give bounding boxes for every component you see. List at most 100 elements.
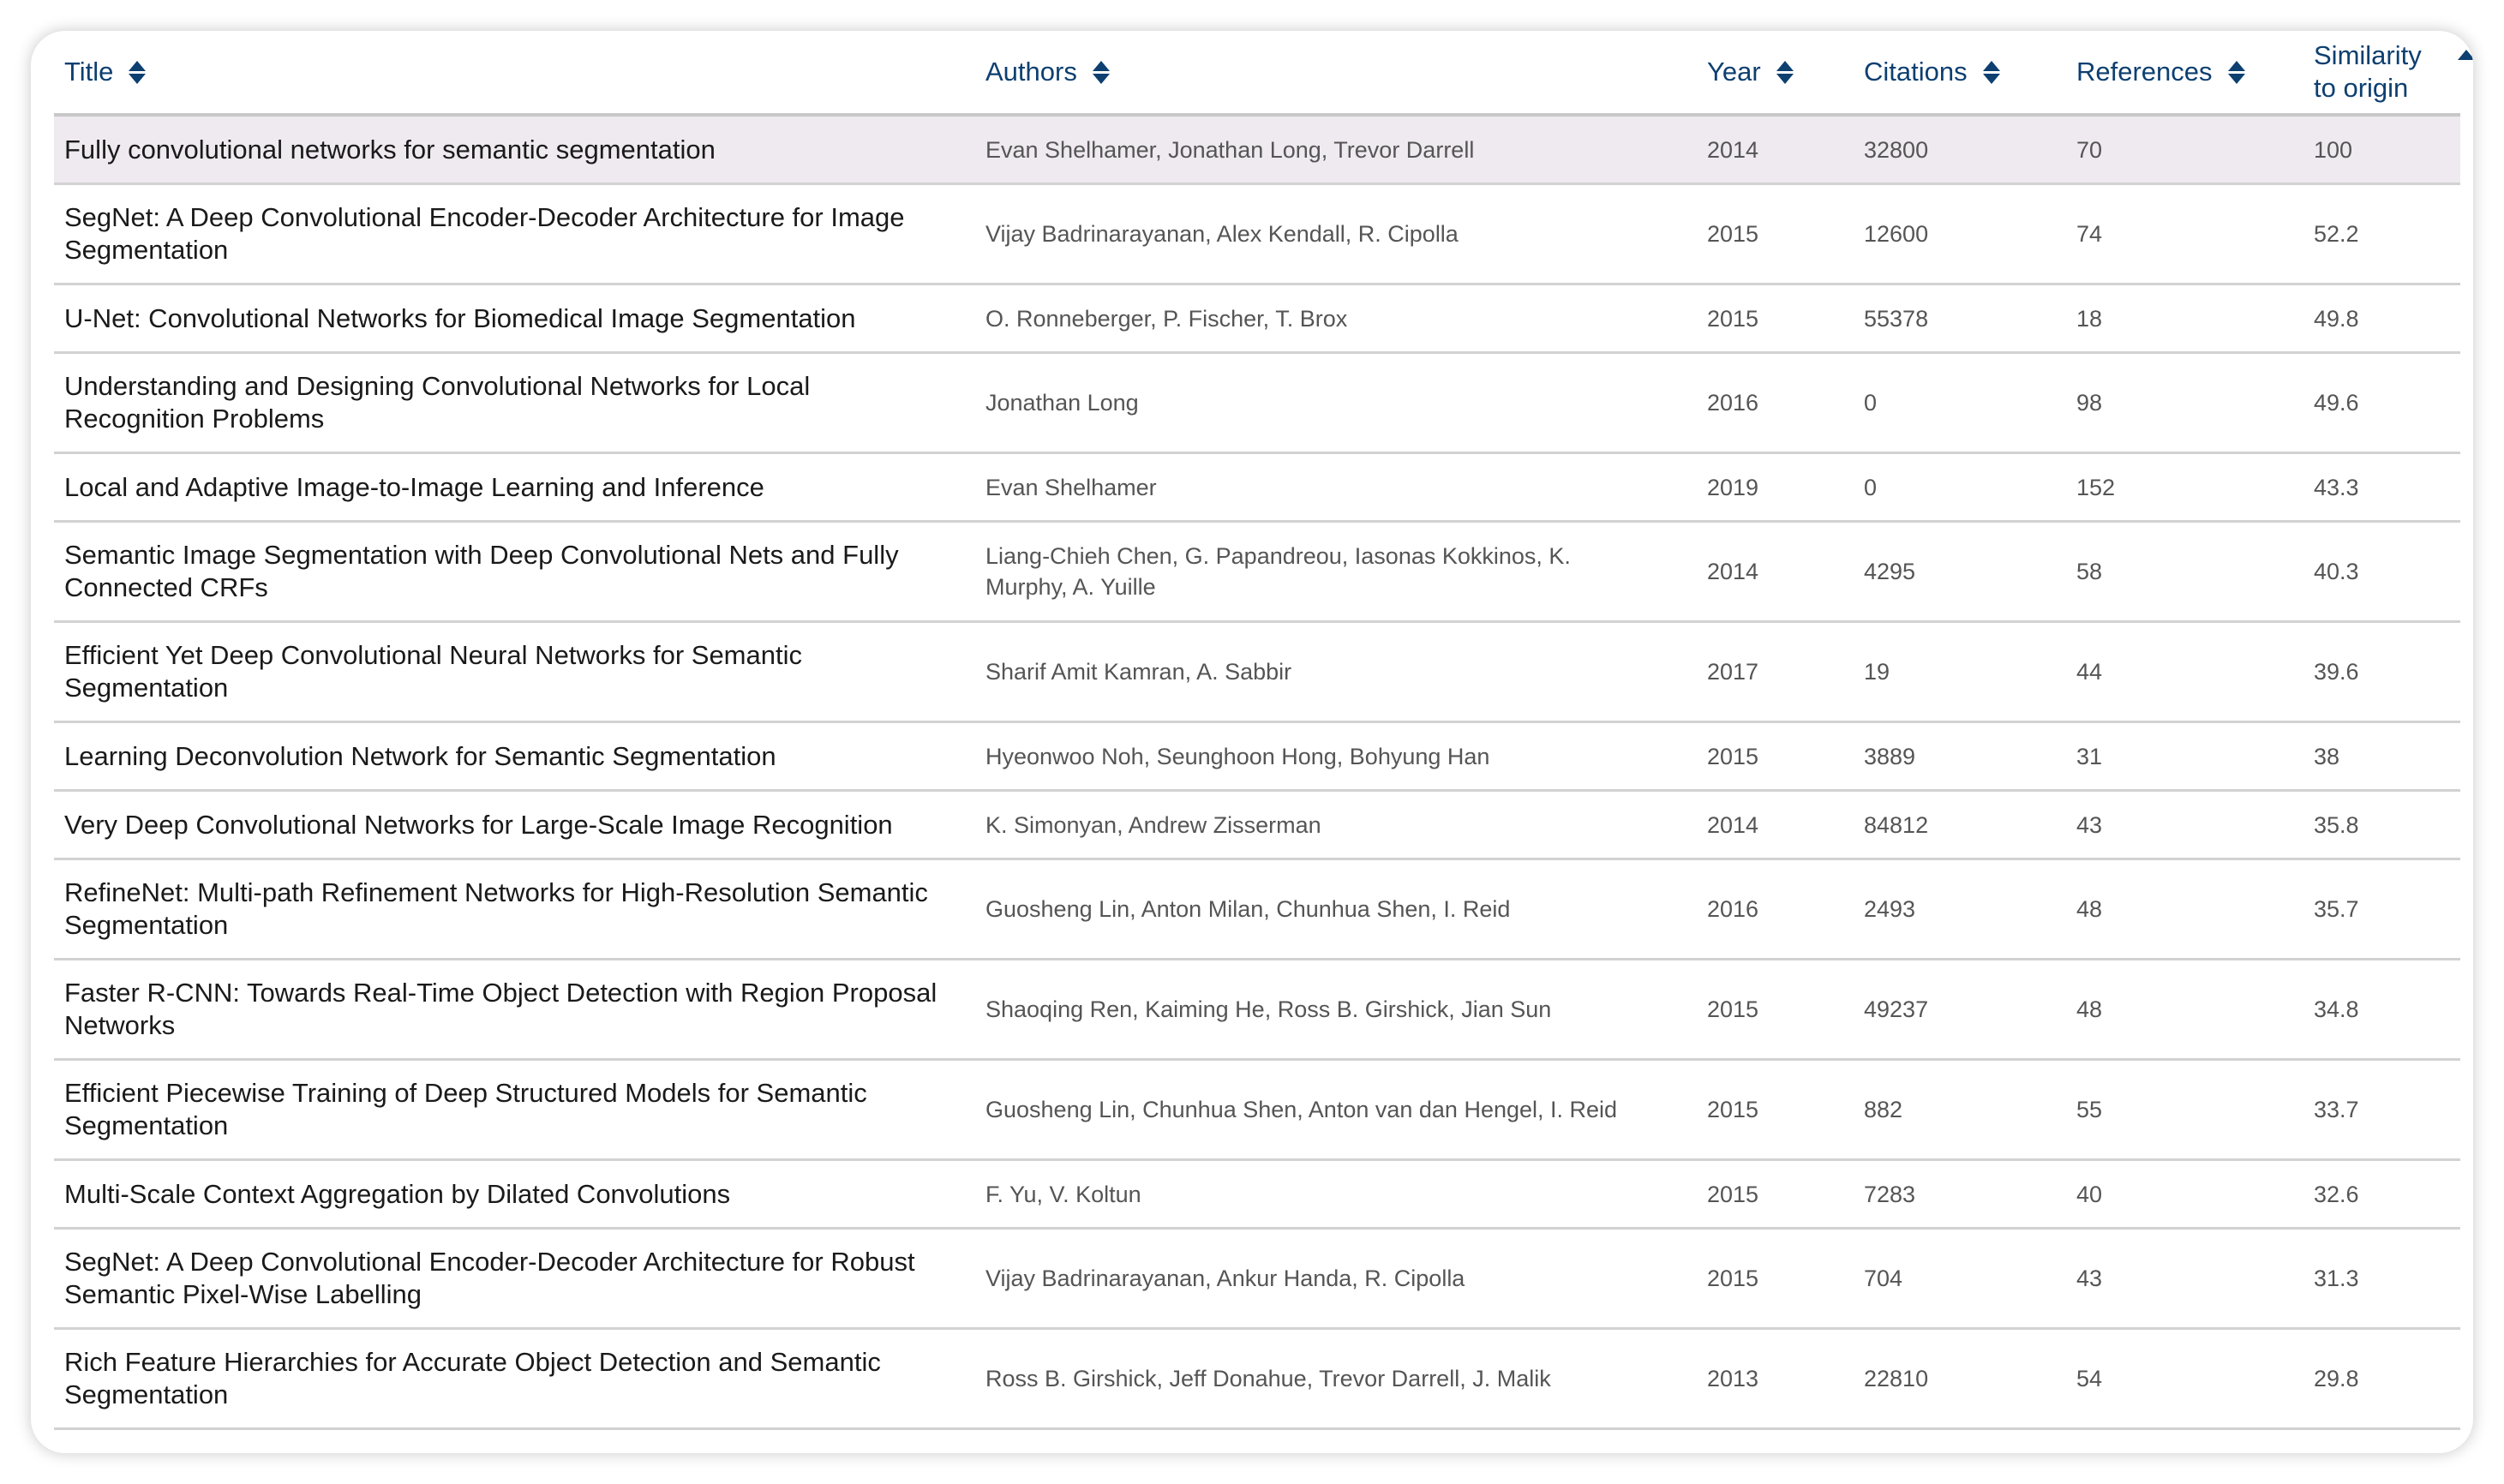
cell-year: 2017	[1697, 621, 1854, 723]
cell-citations: 3889	[1854, 721, 2066, 792]
cell-year: 2019	[1697, 452, 1854, 523]
cell-title[interactable]: SegNet: A Deep Convolutional Encoder-Dec…	[54, 1228, 975, 1330]
cell-title[interactable]: Faster R-CNN: Towards Real-Time Object D…	[54, 959, 975, 1061]
cell-authors: Vijay Badrinarayanan, Alex Kendall, R. C…	[975, 183, 1697, 285]
cell-citations: 4295	[1854, 521, 2066, 623]
cell-title[interactable]: Very Deep Convolutional Networks for Lar…	[54, 790, 975, 860]
column-header-label: Year	[1707, 57, 1761, 87]
cell-citations: 0	[1854, 352, 2066, 454]
cell-year: 2014	[1697, 790, 1854, 860]
column-header-label: Similarity to origin	[2314, 40, 2422, 103]
table-row[interactable]: RefineNet: Multi-path Refinement Network…	[54, 859, 2460, 960]
column-header-wrap: Similarity to origin	[2314, 39, 2473, 105]
cell-year: 2016	[1697, 352, 1854, 454]
table-row[interactable]: Learning Deconvolution Network for Seman…	[54, 721, 2460, 792]
column-header-label: References	[2076, 57, 2213, 87]
cell-references: 70	[2066, 115, 2303, 185]
cell-title[interactable]: Fully convolutional networks for semanti…	[54, 115, 975, 185]
cell-year: 2015	[1697, 721, 1854, 792]
cell-references: 18	[2066, 284, 2303, 354]
cell-similarity: 40.3	[2303, 521, 2460, 623]
cell-references: 55	[2066, 1059, 2303, 1161]
cell-title[interactable]: Semantic Image Segmentation with Deep Co…	[54, 521, 975, 623]
cell-title[interactable]: SegNet: A Deep Convolutional Encoder-Dec…	[54, 183, 975, 285]
table-row[interactable]: U-Net: Convolutional Networks for Biomed…	[54, 284, 2460, 354]
cell-authors: O. Ronneberger, P. Fischer, T. Brox	[975, 284, 1697, 354]
column-header-authors[interactable]: Authors	[975, 31, 1697, 117]
sort-both-icon[interactable]	[1776, 60, 1794, 84]
cell-authors: K. Simonyan, Andrew Zisserman	[975, 790, 1697, 860]
cell-authors: Guosheng Lin, Anton Milan, Chunhua Shen,…	[975, 859, 1697, 960]
cell-similarity: 39.6	[2303, 621, 2460, 723]
table-row[interactable]: Understanding and Designing Convolutiona…	[54, 352, 2460, 454]
table-row[interactable]: Semantic Image Segmentation with Deep Co…	[54, 521, 2460, 623]
cell-year: 2014	[1697, 115, 1854, 185]
cell-title[interactable]: RefineNet: Multi-path Refinement Network…	[54, 859, 975, 960]
column-header-wrap: Citations	[1864, 56, 2000, 88]
cell-title[interactable]: Learning Deconvolution Network for Seman…	[54, 721, 975, 792]
cell-references: 43	[2066, 1228, 2303, 1330]
cell-authors: Jonathan Long	[975, 352, 1697, 454]
cell-references: 31	[2066, 721, 2303, 792]
cell-citations: 22810	[1854, 1328, 2066, 1430]
cell-authors: Hyeonwoo Noh, Seunghoon Hong, Bohyung Ha…	[975, 721, 1697, 792]
column-header-title[interactable]: Title	[54, 31, 975, 117]
cell-references: 98	[2066, 352, 2303, 454]
column-header-citations[interactable]: Citations	[1854, 31, 2066, 117]
cell-citations: 84812	[1854, 790, 2066, 860]
cell-year: 2015	[1697, 959, 1854, 1061]
cell-references: 58	[2066, 521, 2303, 623]
papers-table-card: Title Authors Year Citations References Simil…	[31, 31, 2473, 1453]
cell-title[interactable]: Multi-Scale Context Aggregation by Dilat…	[54, 1159, 975, 1230]
cell-citations: 32800	[1854, 115, 2066, 185]
cell-similarity: 29.8	[2303, 1328, 2460, 1430]
table-row[interactable]: Multi-Scale Context Aggregation by Dilat…	[54, 1159, 2460, 1230]
cell-similarity: 100	[2303, 115, 2460, 185]
cell-year: 2016	[1697, 859, 1854, 960]
cell-authors: Vijay Badrinarayanan, Ankur Handa, R. Ci…	[975, 1228, 1697, 1330]
table-row[interactable]: Rich Feature Hierarchies for Accurate Ob…	[54, 1328, 2460, 1430]
column-header-wrap: Title	[64, 56, 147, 88]
cell-title[interactable]: Rich Feature Hierarchies for Accurate Ob…	[54, 1328, 975, 1430]
cell-references: 74	[2066, 183, 2303, 285]
cell-year: 2014	[1697, 521, 1854, 623]
cell-title[interactable]: Efficient Piecewise Training of Deep Str…	[54, 1059, 975, 1161]
cell-citations: 49237	[1854, 959, 2066, 1061]
table-row[interactable]: Faster R-CNN: Towards Real-Time Object D…	[54, 959, 2460, 1061]
cell-similarity: 43.3	[2303, 452, 2460, 523]
cell-similarity: 52.2	[2303, 183, 2460, 285]
table-row[interactable]: SegNet: A Deep Convolutional Encoder-Dec…	[54, 183, 2460, 285]
cell-authors: F. Yu, V. Koltun	[975, 1159, 1697, 1230]
cell-title[interactable]: U-Net: Convolutional Networks for Biomed…	[54, 284, 975, 354]
cell-references: 48	[2066, 959, 2303, 1061]
cell-references: 48	[2066, 859, 2303, 960]
sort-ascending-icon[interactable]	[2458, 50, 2473, 60]
sort-both-icon[interactable]	[1982, 60, 2000, 84]
cell-title[interactable]: Efficient Yet Deep Convolutional Neural …	[54, 621, 975, 723]
table-row[interactable]: Fully convolutional networks for semanti…	[54, 115, 2460, 185]
cell-references: 40	[2066, 1159, 2303, 1230]
column-header-year[interactable]: Year	[1697, 31, 1854, 117]
cell-similarity: 49.8	[2303, 284, 2460, 354]
sort-both-icon[interactable]	[1092, 60, 1110, 84]
column-header-references[interactable]: References	[2066, 31, 2303, 117]
cell-similarity: 31.3	[2303, 1228, 2460, 1330]
table-row[interactable]: SegNet: A Deep Convolutional Encoder-Dec…	[54, 1228, 2460, 1330]
table-header-row: Title Authors Year Citations References Simil…	[54, 31, 2473, 117]
table-row[interactable]: Very Deep Convolutional Networks for Lar…	[54, 790, 2460, 860]
papers-table: Title Authors Year Citations References Simil…	[54, 31, 2473, 1430]
cell-title[interactable]: Understanding and Designing Convolutiona…	[54, 352, 975, 454]
cell-similarity: 49.6	[2303, 352, 2460, 454]
table-row[interactable]: Local and Adaptive Image-to-Image Learni…	[54, 452, 2460, 523]
table-row[interactable]: Efficient Piecewise Training of Deep Str…	[54, 1059, 2460, 1161]
column-header-label: Authors	[985, 57, 1077, 87]
cell-title[interactable]: Local and Adaptive Image-to-Image Learni…	[54, 452, 975, 523]
cell-authors: Evan Shelhamer	[975, 452, 1697, 523]
sort-both-icon[interactable]	[129, 60, 147, 84]
cell-similarity: 38	[2303, 721, 2460, 792]
column-header-similarity[interactable]: Similarity to origin	[2303, 31, 2473, 117]
table-row[interactable]: Efficient Yet Deep Convolutional Neural …	[54, 621, 2460, 723]
sort-both-icon[interactable]	[2227, 60, 2245, 84]
cell-references: 44	[2066, 621, 2303, 723]
cell-citations: 704	[1854, 1228, 2066, 1330]
